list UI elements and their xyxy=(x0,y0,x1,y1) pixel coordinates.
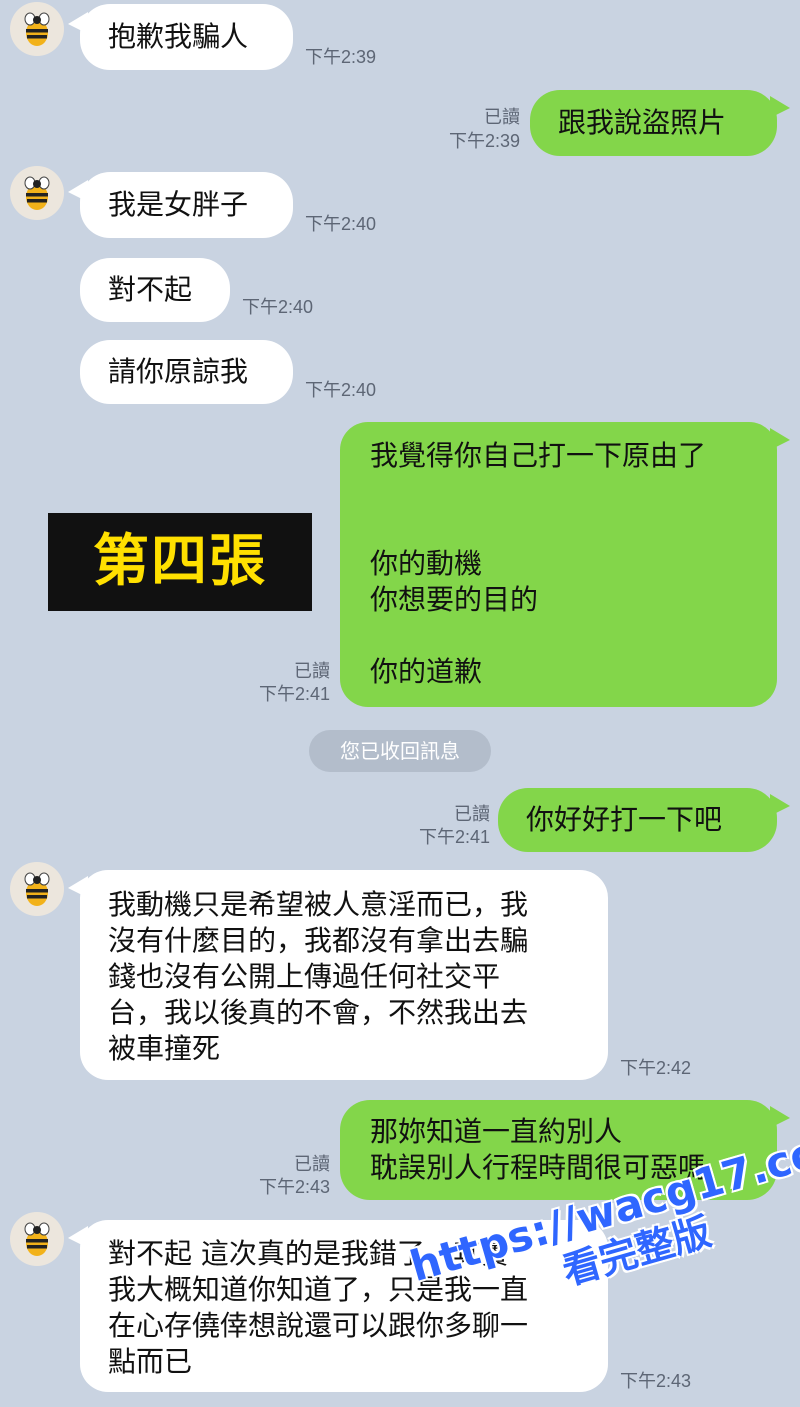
bee-icon xyxy=(24,872,50,906)
message-time: 下午2:43 xyxy=(258,1177,330,1197)
bubble-tail xyxy=(770,96,790,118)
read-receipt: 已讀 xyxy=(294,661,330,681)
bee-icon xyxy=(24,1222,50,1256)
message-time: 下午2:42 xyxy=(620,1058,692,1078)
incoming-message[interactable]: 抱歉我騙人 xyxy=(80,4,293,70)
avatar[interactable] xyxy=(10,1212,64,1266)
read-receipt: 已讀 xyxy=(454,804,490,824)
read-receipt: 已讀 xyxy=(294,1154,330,1174)
bubble-tail xyxy=(770,428,790,450)
read-receipt: 已讀 xyxy=(484,107,520,127)
message-time: 下午2:39 xyxy=(448,131,520,151)
incoming-message[interactable]: 我是女胖子 xyxy=(80,172,293,238)
outgoing-message[interactable]: 我覺得你自己打一下原由了 你的動機 你想要的目的 你的道歉 xyxy=(340,422,777,707)
bubble-tail xyxy=(770,794,790,816)
incoming-message[interactable]: 對不起 xyxy=(80,258,230,322)
bee-icon xyxy=(24,12,50,46)
message-time: 下午2:40 xyxy=(242,297,314,317)
incoming-message[interactable]: 我動機只是希望被人意淫而已，我 沒有什麼目的，我都沒有拿出去騙 錢也沒有公開上傳… xyxy=(80,870,608,1080)
message-recalled-notice: 您已收回訊息 xyxy=(309,730,491,772)
message-time: 下午2:40 xyxy=(305,214,377,234)
bee-icon xyxy=(24,176,50,210)
message-time: 下午2:40 xyxy=(305,380,377,400)
outgoing-message[interactable]: 你好好打一下吧 xyxy=(498,788,777,852)
overlay-label: 第四張 xyxy=(48,513,312,611)
message-time: 下午2:43 xyxy=(620,1371,692,1391)
avatar[interactable] xyxy=(10,2,64,56)
avatar[interactable] xyxy=(10,166,64,220)
incoming-message[interactable]: 請你原諒我 xyxy=(80,340,293,404)
avatar[interactable] xyxy=(10,862,64,916)
message-time: 下午2:39 xyxy=(305,47,377,67)
message-time: 下午2:41 xyxy=(418,827,490,847)
bubble-tail xyxy=(770,1106,790,1128)
message-time: 下午2:41 xyxy=(258,684,330,704)
outgoing-message[interactable]: 跟我說盜照片 xyxy=(530,90,777,156)
